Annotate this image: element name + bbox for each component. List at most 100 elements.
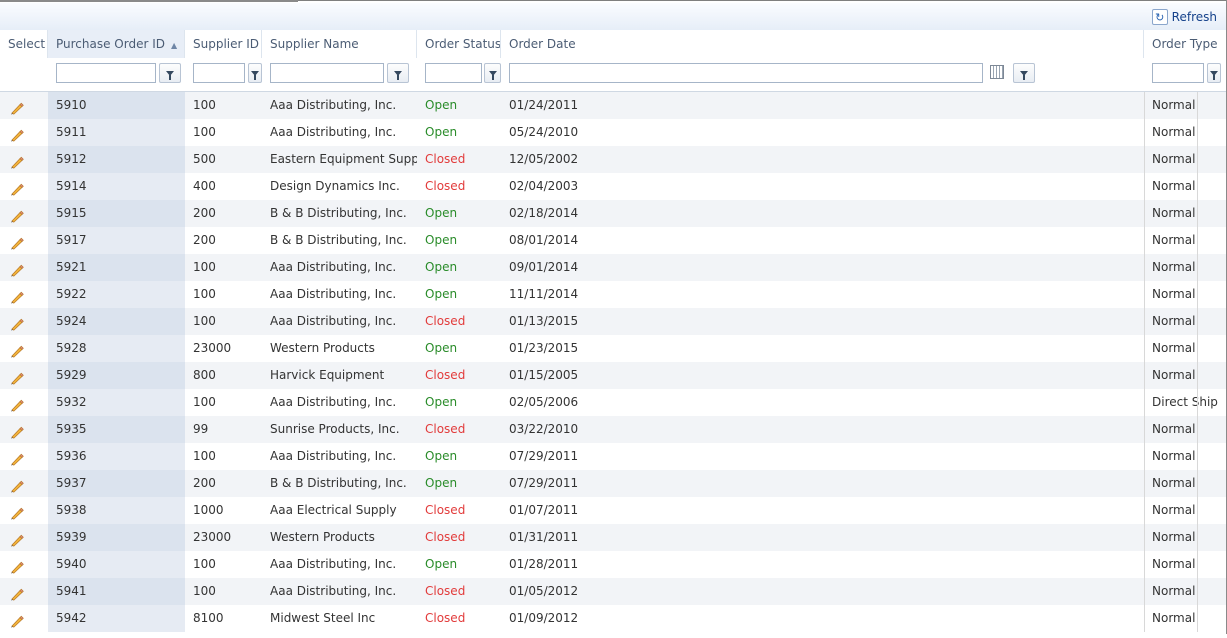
table-row[interactable]: 5911 100 Aaa Distributing, Inc. Open 05/24/2…: [0, 119, 1227, 146]
edit-pencil-icon[interactable]: [9, 179, 25, 196]
column-header-order-type[interactable]: Order Type: [1144, 30, 1227, 58]
cell-order-status: Open: [425, 341, 458, 355]
edit-pencil-icon[interactable]: [9, 449, 25, 466]
table-row[interactable]: 5912 500 Eastern Equipment Supply Closed 12/…: [0, 146, 1227, 173]
cell-order-status: Open: [425, 206, 458, 220]
cell-supplier-id: 400: [193, 179, 216, 193]
cell-order-status: Open: [425, 98, 458, 112]
refresh-button[interactable]: ↻ Refresh: [1151, 9, 1217, 25]
cell-supplier-name: Aaa Distributing, Inc.: [270, 449, 397, 463]
grid-header: Select Purchase Order ID ▲ Supplier ID Su…: [0, 30, 1227, 59]
cell-purchase-order-id: 5935: [48, 416, 185, 443]
cell-purchase-order-id: 5911: [48, 119, 185, 146]
table-row[interactable]: 5929 800 Harvick Equipment Closed 01/15/2005…: [0, 362, 1227, 389]
edit-pencil-icon[interactable]: [9, 206, 25, 223]
calendar-icon[interactable]: [990, 65, 1004, 79]
cell-supplier-id: 100: [193, 557, 216, 571]
edit-pencil-icon[interactable]: [9, 368, 25, 385]
supplier-name-filter-button[interactable]: [387, 63, 409, 83]
cell-supplier-name: Aaa Distributing, Inc.: [270, 314, 397, 328]
supplier-id-filter-button[interactable]: [248, 63, 262, 83]
cell-supplier-name: Aaa Distributing, Inc.: [270, 260, 397, 274]
cell-order-type: Normal: [1152, 611, 1196, 625]
column-header-purchase-order-id[interactable]: Purchase Order ID ▲: [48, 30, 185, 58]
cell-supplier-name: Aaa Distributing, Inc.: [270, 287, 397, 301]
edit-pencil-icon[interactable]: [9, 341, 25, 358]
column-divider: [1197, 497, 1198, 524]
column-header-supplier-id[interactable]: Supplier ID: [185, 30, 262, 58]
po-id-filter-button[interactable]: [159, 63, 181, 83]
edit-pencil-icon[interactable]: [9, 503, 25, 520]
cell-purchase-order-id: 5912: [48, 146, 185, 173]
grid-toolbar: ↻ Refresh: [0, 3, 1227, 30]
edit-pencil-icon[interactable]: [9, 395, 25, 412]
order-status-filter-input[interactable]: [425, 63, 482, 83]
edit-pencil-icon[interactable]: [9, 233, 25, 250]
edit-pencil-icon[interactable]: [9, 584, 25, 601]
edit-pencil-icon[interactable]: [9, 152, 25, 169]
column-divider: [1197, 470, 1198, 497]
order-status-filter-button[interactable]: [484, 63, 501, 83]
table-row[interactable]: 5914 400 Design Dynamics Inc. Closed 02/04/2…: [0, 173, 1227, 200]
table-row[interactable]: 5939 23000 Western Products Closed 01/31/201…: [0, 524, 1227, 551]
table-row[interactable]: 5938 1000 Aaa Electrical Supply Closed 01/07…: [0, 497, 1227, 524]
refresh-icon: ↻: [1151, 9, 1168, 25]
cell-order-date: 02/18/2014: [509, 206, 579, 220]
table-row[interactable]: 5940 100 Aaa Distributing, Inc. Open 01/28/2…: [0, 551, 1227, 578]
order-date-filter-button[interactable]: [1013, 63, 1035, 83]
column-divider: [1197, 146, 1198, 173]
edit-pencil-icon[interactable]: [9, 260, 25, 277]
column-header-select[interactable]: Select: [0, 30, 48, 58]
table-row[interactable]: 5937 200 B & B Distributing, Inc. Open 07/29…: [0, 470, 1227, 497]
cell-supplier-id: 100: [193, 125, 216, 139]
cell-order-date: 01/13/2015: [509, 314, 579, 328]
table-row[interactable]: 5922 100 Aaa Distributing, Inc. Open 11/11/2…: [0, 281, 1227, 308]
column-divider: [1197, 173, 1198, 200]
table-row[interactable]: 5942 8100 Midwest Steel Inc Closed 01/09/201…: [0, 605, 1227, 632]
table-row[interactable]: 5917 200 B & B Distributing, Inc. Open 08/01…: [0, 227, 1227, 254]
cell-purchase-order-id: 5936: [48, 443, 185, 470]
supplier-id-filter-input[interactable]: [193, 63, 245, 83]
refresh-label: Refresh: [1171, 10, 1217, 24]
cell-purchase-order-id: 5917: [48, 227, 185, 254]
cell-order-type: Normal: [1152, 584, 1196, 598]
cell-order-type: Normal: [1152, 179, 1196, 193]
column-header-supplier-name[interactable]: Supplier Name: [262, 30, 417, 58]
cell-order-type: Normal: [1152, 98, 1196, 112]
order-type-filter-input[interactable]: [1152, 63, 1204, 83]
table-row[interactable]: 5921 100 Aaa Distributing, Inc. Open 09/01/2…: [0, 254, 1227, 281]
order-type-filter-button[interactable]: [1207, 63, 1221, 83]
cell-purchase-order-id: 5922: [48, 281, 185, 308]
cell-supplier-name: Design Dynamics Inc.: [270, 179, 400, 193]
table-row[interactable]: 5910 100 Aaa Distributing, Inc. Open 01/24/2…: [0, 92, 1227, 119]
supplier-name-filter-input[interactable]: [270, 63, 384, 83]
edit-pencil-icon[interactable]: [9, 557, 25, 574]
edit-pencil-icon[interactable]: [9, 125, 25, 142]
cell-purchase-order-id: 5929: [48, 362, 185, 389]
edit-pencil-icon[interactable]: [9, 476, 25, 493]
edit-pencil-icon[interactable]: [9, 611, 25, 628]
cell-supplier-name: Aaa Distributing, Inc.: [270, 584, 397, 598]
column-divider: [1197, 227, 1198, 254]
table-row[interactable]: 5928 23000 Western Products Open 01/23/2015 N…: [0, 335, 1227, 362]
cell-order-type: Normal: [1152, 503, 1196, 517]
column-header-order-status[interactable]: Order Status: [417, 30, 501, 58]
cell-supplier-id: 800: [193, 368, 216, 382]
table-row[interactable]: 5935 99 Sunrise Products, Inc. Closed 03/22/…: [0, 416, 1227, 443]
column-divider: [1197, 254, 1198, 281]
cell-purchase-order-id: 5910: [48, 92, 185, 119]
edit-pencil-icon[interactable]: [9, 422, 25, 439]
edit-pencil-icon[interactable]: [9, 98, 25, 115]
po-id-filter-input[interactable]: [56, 63, 156, 83]
table-row[interactable]: 5924 100 Aaa Distributing, Inc. Closed 01/13…: [0, 308, 1227, 335]
edit-pencil-icon[interactable]: [9, 314, 25, 331]
table-row[interactable]: 5941 100 Aaa Distributing, Inc. Closed 01/05…: [0, 578, 1227, 605]
edit-pencil-icon[interactable]: [9, 530, 25, 547]
edit-pencil-icon[interactable]: [9, 287, 25, 304]
table-row[interactable]: 5932 100 Aaa Distributing, Inc. Open 02/05/2…: [0, 389, 1227, 416]
cell-order-status: Open: [425, 125, 458, 139]
order-date-filter-input[interactable]: [509, 63, 983, 83]
table-row[interactable]: 5915 200 B & B Distributing, Inc. Open 02/18…: [0, 200, 1227, 227]
table-row[interactable]: 5936 100 Aaa Distributing, Inc. Open 07/29/2…: [0, 443, 1227, 470]
column-header-order-date[interactable]: Order Date: [501, 30, 1144, 58]
